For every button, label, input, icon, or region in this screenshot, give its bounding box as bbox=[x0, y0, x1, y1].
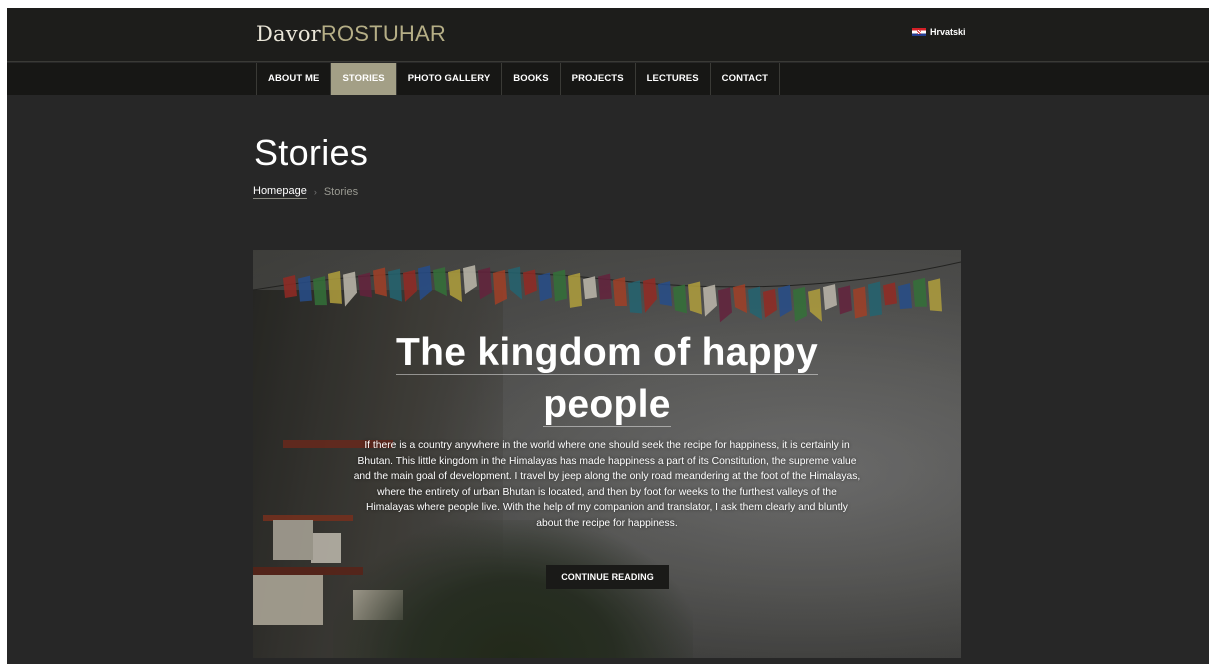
nav-item-contact[interactable]: CONTACT bbox=[711, 63, 781, 95]
story-title-line1: The kingdom of happy bbox=[396, 331, 818, 375]
nav-item-stories[interactable]: STORIES bbox=[331, 63, 397, 95]
story-excerpt: If there is a country anywhere in the wo… bbox=[353, 440, 861, 529]
story-card: The kingdom of happy people If there is … bbox=[253, 250, 961, 658]
chevron-right-icon: › bbox=[313, 187, 317, 197]
story-title-line2: people bbox=[543, 383, 671, 427]
story-title[interactable]: The kingdom of happy people bbox=[253, 327, 961, 431]
nav-menu: ABOUT ME STORIES PHOTO GALLERY BOOKS PROJECT… bbox=[256, 63, 781, 95]
language-label: Hrvatski bbox=[930, 27, 966, 37]
logo-last-name: ROSTUHAR bbox=[320, 21, 446, 46]
page-frame: Davor ROSTUHAR Hrvatski ABOUT ME STORIES P… bbox=[7, 8, 1209, 664]
breadcrumb-current: Stories bbox=[323, 186, 359, 198]
nav-item-books[interactable]: BOOKS bbox=[502, 63, 561, 95]
nav-item-about-me[interactable]: ABOUT ME bbox=[257, 63, 332, 95]
nav-item-photo-gallery[interactable]: PHOTO GALLERY bbox=[397, 63, 503, 95]
nav-item-projects[interactable]: PROJECTS bbox=[561, 63, 636, 95]
breadcrumb-home-link[interactable]: Homepage bbox=[253, 185, 307, 199]
site-logo[interactable]: Davor ROSTUHAR bbox=[256, 21, 446, 47]
croatian-flag-icon bbox=[912, 28, 926, 36]
main-navigation: ABOUT ME STORIES PHOTO GALLERY BOOKS PROJECT… bbox=[7, 63, 1209, 95]
logo-first-name: Davor bbox=[256, 22, 321, 46]
header: Davor ROSTUHAR Hrvatski bbox=[7, 8, 1209, 62]
nav-item-lectures[interactable]: LECTURES bbox=[636, 63, 711, 95]
continue-reading-button[interactable]: CONTINUE READING bbox=[546, 565, 669, 589]
page-title: Stories bbox=[254, 132, 369, 173]
breadcrumb: Homepage › Stories bbox=[253, 185, 358, 199]
language-switch[interactable]: Hrvatski bbox=[912, 27, 966, 37]
